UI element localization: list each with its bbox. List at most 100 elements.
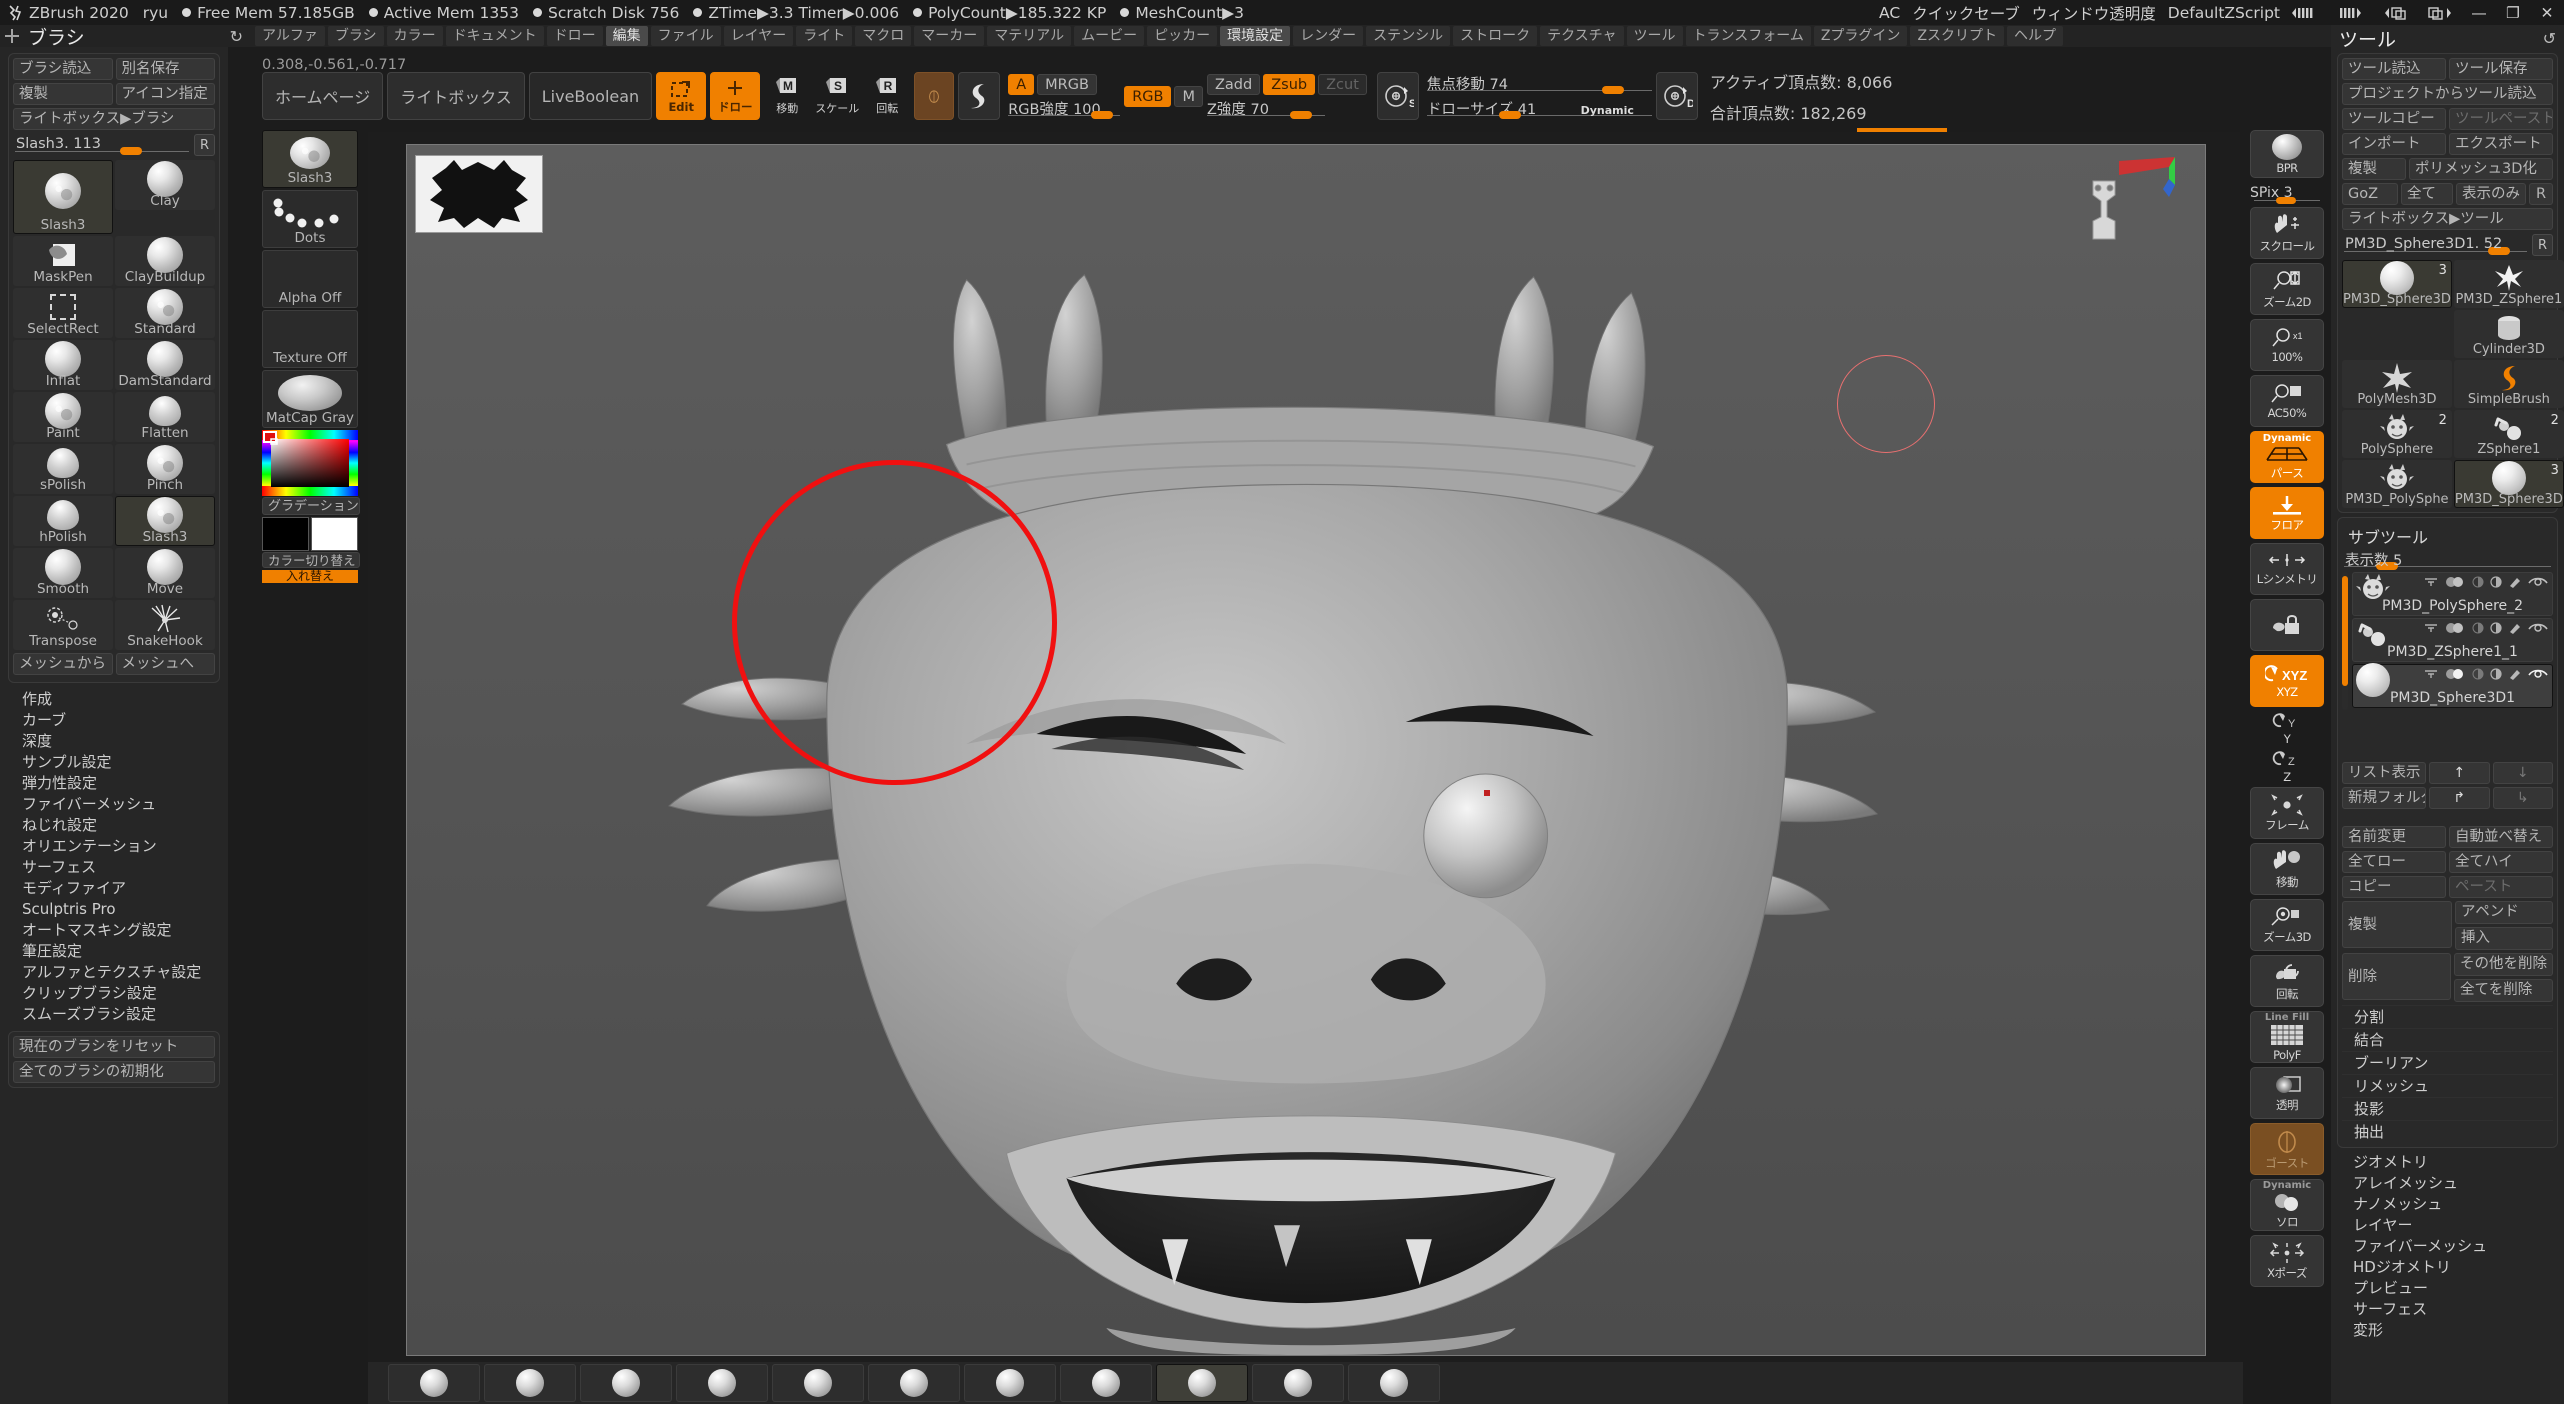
- shelf-button-19[interactable]: Xポーズ: [2250, 1235, 2324, 1287]
- insert-button[interactable]: 挿入: [2455, 927, 2553, 950]
- restore-tray-left-icon[interactable]: [2384, 5, 2414, 21]
- reset-all-brushes-button[interactable]: 全てのブラシの初期化: [13, 1061, 215, 1083]
- tool-menu-2[interactable]: ナノメッシュ: [2331, 1194, 2564, 1215]
- goz-all-button[interactable]: 全て: [2401, 183, 2453, 205]
- maximize-button[interactable]: ❐: [2502, 4, 2524, 22]
- export-button[interactable]: エクスポート: [2449, 133, 2553, 155]
- brush-cell-slash3[interactable]: Slash3: [13, 160, 113, 234]
- bottom-tool-10[interactable]: [1348, 1364, 1440, 1402]
- brush-cell-transpose[interactable]: Transpose: [13, 600, 113, 650]
- delete-other-button[interactable]: その他を削除: [2454, 953, 2553, 976]
- stroke-selector[interactable]: Dots: [262, 190, 358, 248]
- material-preview-button[interactable]: [958, 72, 1001, 120]
- tool-cell-2[interactable]: [2342, 310, 2452, 358]
- move-mode-button[interactable]: M 移動: [764, 72, 810, 120]
- menu-item-22[interactable]: Zスクリプト: [1910, 26, 2005, 46]
- brush-submenu-9[interactable]: モディファイア: [0, 878, 228, 899]
- mesh-to-button[interactable]: メッシュへ: [115, 653, 215, 675]
- save-tool-button[interactable]: ツール保存: [2449, 58, 2553, 80]
- brush-cell-inflat[interactable]: Inflat: [13, 340, 113, 390]
- bottom-tool-6[interactable]: [964, 1364, 1056, 1402]
- window-transparency-slider[interactable]: ウィンドウ透明度: [2031, 2, 2156, 30]
- rgb-toggle[interactable]: RGB: [1124, 85, 1172, 107]
- brush-cell-damstandard[interactable]: DamStandard: [115, 340, 215, 390]
- subtool-submenu-1[interactable]: 結合: [2342, 1028, 2553, 1051]
- tool-cell-0[interactable]: 3 PM3D_Sphere3D: [2342, 260, 2452, 308]
- draw-size-slider[interactable]: ドローサイズ 41 Dynamic: [1426, 98, 1652, 119]
- brush-cell-selectrect[interactable]: SelectRect: [13, 288, 113, 338]
- draw-size-dynamic-button[interactable]: D: [1655, 72, 1698, 120]
- shelf-button-16[interactable]: 透明: [2250, 1067, 2324, 1119]
- menu-item-1[interactable]: ブラシ: [327, 26, 384, 46]
- menu-item-11[interactable]: マテリアル: [987, 26, 1072, 46]
- minimize-button[interactable]: —: [2468, 4, 2490, 22]
- lightbox-brush-button[interactable]: ライトボックス▶ブラシ: [13, 108, 215, 130]
- brush-submenu-5[interactable]: ファイバーメッシュ: [0, 794, 228, 815]
- brush-cell-maskpen[interactable]: MaskPen: [13, 236, 113, 286]
- menu-item-10[interactable]: マーカー: [914, 26, 985, 46]
- shelf-button-18[interactable]: Dynamic ソロ: [2250, 1179, 2324, 1231]
- delete-all-button[interactable]: 全てを削除: [2454, 979, 2553, 1002]
- menu-item-12[interactable]: ムービー: [1074, 26, 1145, 46]
- alpha-selector[interactable]: Alpha Off: [262, 250, 358, 308]
- focal-shift-dynamic-button[interactable]: S: [1376, 72, 1419, 120]
- make-polymesh3d-button[interactable]: ポリメッシュ3D化: [2409, 158, 2553, 180]
- shelf-button-2[interactable]: x1 100%: [2250, 319, 2324, 371]
- alpha-toggle[interactable]: A: [1008, 73, 1035, 95]
- all-high-button[interactable]: 全てハイ: [2449, 851, 2553, 873]
- tool-menu-8[interactable]: 変形: [2331, 1320, 2564, 1341]
- rotate-mode-button[interactable]: R 回転: [864, 72, 910, 120]
- duplicate-subtool-button[interactable]: 複製: [2342, 901, 2452, 948]
- ac-label[interactable]: AC: [1879, 4, 1900, 22]
- shelf-button-4[interactable]: Dynamic パース: [2250, 431, 2324, 483]
- brush-submenu-8[interactable]: サーフェス: [0, 857, 228, 878]
- shelf-button-1[interactable]: ズーム2D: [2250, 263, 2324, 315]
- tool-cell-7[interactable]: 2 ZSphere1: [2453, 410, 2564, 458]
- brush-submenu-4[interactable]: 弾力性設定: [0, 773, 228, 794]
- shelf-button-14[interactable]: 回転: [2250, 955, 2324, 1007]
- paste-tool-button[interactable]: ツールペースト: [2449, 108, 2553, 130]
- subtool-item-2[interactable]: PM3D_Sphere3D1: [2352, 663, 2553, 708]
- tool-menu-5[interactable]: HDジオメトリ: [2331, 1257, 2564, 1278]
- brush-slider-reset-button[interactable]: R: [194, 134, 215, 156]
- focal-shift-slider[interactable]: 焦点移動 74: [1426, 73, 1652, 94]
- tool-cell-1[interactable]: PM3D_ZSphere1: [2453, 260, 2564, 308]
- subtool-scrollbar[interactable]: [2342, 572, 2348, 710]
- brush-submenu-1[interactable]: カーブ: [0, 710, 228, 731]
- shelf-button-6[interactable]: Lシンメトリ: [2250, 543, 2324, 595]
- scale-mode-button[interactable]: S スケール: [814, 72, 860, 120]
- shelf-button-7[interactable]: [2250, 599, 2324, 651]
- m-toggle[interactable]: M: [1174, 85, 1203, 107]
- brush-submenu-3[interactable]: サンプル設定: [0, 752, 228, 773]
- tray-right-icon[interactable]: [2338, 6, 2372, 20]
- quicksave-button[interactable]: クイックセーブ: [1912, 2, 2020, 24]
- tool-cell-5[interactable]: SimpleBrush: [2453, 360, 2564, 408]
- primary-color-swatch[interactable]: [311, 517, 358, 551]
- draw-mode-button[interactable]: ドロー: [710, 72, 761, 120]
- import-button[interactable]: インポート: [2342, 133, 2446, 155]
- bottom-tool-1[interactable]: [484, 1364, 576, 1402]
- alpha-preview-button[interactable]: [914, 72, 955, 120]
- menu-item-3[interactable]: ドキュメント: [445, 26, 544, 46]
- brush-submenu-15[interactable]: スムーズブラシ設定: [0, 1004, 228, 1025]
- tool-menu-1[interactable]: アレイメッシュ: [2331, 1173, 2564, 1194]
- reset-palette-icon[interactable]: ↻: [230, 27, 243, 46]
- texture-selector[interactable]: Texture Off: [262, 310, 358, 368]
- spix-slider[interactable]: SPix 3: [2250, 182, 2324, 204]
- lightbox-tool-button[interactable]: ライトボックス▶ツール: [2342, 208, 2553, 230]
- restore-tray-right-icon[interactable]: [2426, 5, 2456, 21]
- paste-subtool-button[interactable]: ペースト: [2449, 876, 2553, 898]
- delete-subtool-button[interactable]: 削除: [2342, 953, 2451, 1000]
- shelf-button-11[interactable]: フレーム: [2250, 787, 2324, 839]
- brush-submenu-2[interactable]: 深度: [0, 731, 228, 752]
- goz-visible-only-button[interactable]: 表示のみ: [2456, 183, 2526, 205]
- subtool-item-1[interactable]: PM3D_ZSphere1_1: [2352, 618, 2553, 662]
- tool-menu-0[interactable]: ジオメトリ: [2331, 1152, 2564, 1173]
- list-view-button[interactable]: リスト表示: [2342, 762, 2426, 784]
- menu-item-9[interactable]: マクロ: [855, 26, 912, 46]
- menu-item-21[interactable]: Zプラグイン: [1813, 26, 1908, 46]
- shelf-button-15[interactable]: Line Fill PolyF: [2250, 1011, 2324, 1063]
- brush-cell-move[interactable]: Move: [115, 548, 215, 598]
- subtool-submenu-2[interactable]: ブーリアン: [2342, 1051, 2553, 1074]
- bottom-tool-7[interactable]: [1060, 1364, 1152, 1402]
